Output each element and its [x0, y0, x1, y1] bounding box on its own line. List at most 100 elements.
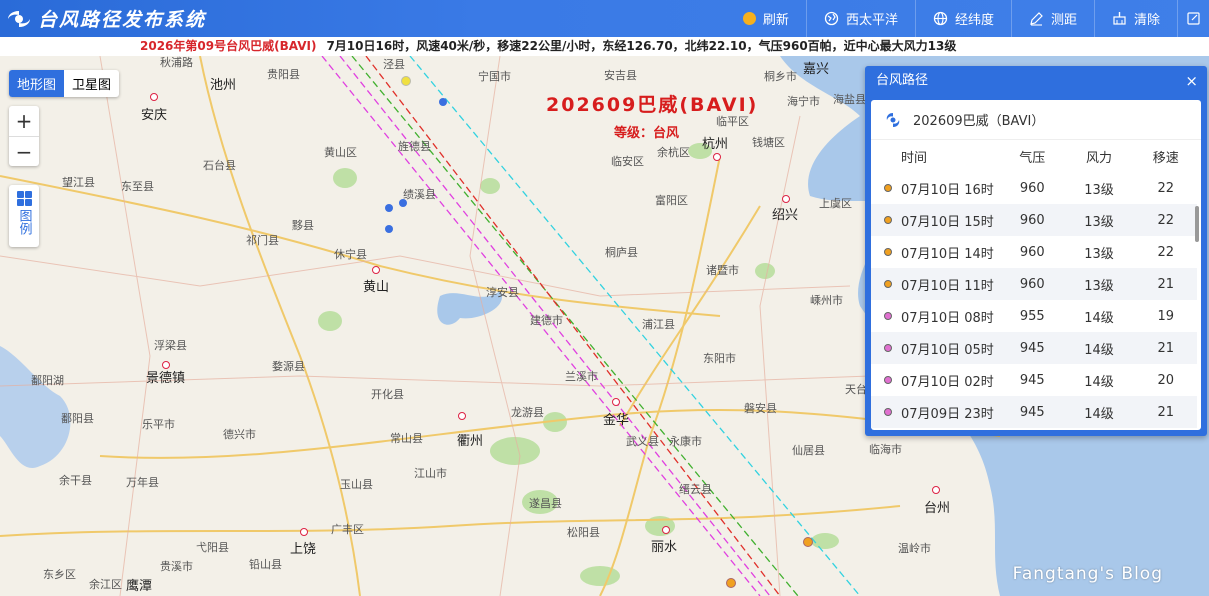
city-marker	[458, 412, 466, 420]
panel-body: 202609巴威（BAVI） 时间 气压 风力 移速 07月10日 16时 960…	[871, 100, 1201, 430]
place-label: 婺源县	[272, 360, 305, 373]
track-point[interactable]	[401, 76, 411, 86]
cell-speed: 22	[1157, 244, 1175, 260]
cell-time: 07月10日 16时	[871, 172, 1001, 204]
place-label: 磐安县	[744, 402, 777, 415]
cell-speed: 21	[1134, 396, 1197, 428]
track-point[interactable]	[803, 537, 813, 547]
place-label: 德兴市	[223, 428, 256, 441]
place-label: 台州	[924, 501, 951, 516]
table-row[interactable]: 07月10日 14时 960 13级 22	[871, 236, 1197, 268]
west-pacific-button[interactable]: 西太平洋	[805, 0, 915, 37]
place-label: 余江区	[89, 578, 122, 591]
place-label: 贵阳县	[267, 68, 300, 81]
latlng-label: 经纬度	[954, 13, 994, 28]
terrain-map-button[interactable]: 地形图	[9, 70, 65, 97]
col-pressure: 气压	[1019, 150, 1046, 166]
table-row[interactable]: 07月10日 15时 960 13级 22	[871, 204, 1197, 236]
zoom-in-button[interactable]: +	[9, 106, 39, 136]
place-label: 休宁县	[334, 248, 367, 261]
place-label: 东至县	[121, 180, 154, 193]
cell-speed: 22	[1157, 180, 1175, 196]
place-label: 绩溪县	[403, 188, 436, 201]
place-label: 兰溪市	[565, 370, 598, 383]
cell-speed: 20	[1157, 372, 1175, 388]
place-label: 余杭区	[657, 146, 690, 159]
city-marker	[300, 528, 308, 536]
place-label: 淳安县	[486, 286, 519, 299]
latlng-button[interactable]: 经纬度	[914, 0, 1011, 37]
cell-time: 07月10日 08时	[871, 300, 1001, 332]
cell-speed: 21	[1134, 332, 1197, 364]
place-label: 桐乡市	[764, 70, 797, 83]
table-row[interactable]: 07月10日 16时 960 13级 22	[871, 172, 1197, 204]
place-label: 丽水	[651, 540, 678, 555]
cell-pressure: 945	[1001, 396, 1064, 428]
refresh-icon	[742, 12, 756, 25]
place-label: 余干县	[59, 474, 92, 487]
storm-selector[interactable]: 202609巴威（BAVI）	[871, 100, 1201, 140]
place-label: 黄山区	[324, 146, 357, 159]
close-icon[interactable]: ×	[1185, 66, 1198, 96]
app-title: 台风路径发布系统	[38, 9, 207, 31]
place-label: 松阳县	[567, 526, 600, 539]
place-label: 安庆	[141, 108, 168, 123]
table-row[interactable]: 07月10日 08时 955 14级 19	[871, 300, 1197, 332]
place-label: 万年县	[126, 476, 159, 489]
app-header: 台风路径发布系统 刷新 西太平洋 经纬度 测距 清除	[0, 0, 1209, 37]
cell-wind: 13级	[1063, 268, 1135, 300]
place-label: 开化县	[371, 388, 404, 401]
cell-wind: 13级	[1084, 182, 1114, 198]
track-point[interactable]	[439, 98, 447, 106]
place-label: 宁国市	[478, 70, 511, 83]
track-point-marker	[884, 216, 892, 224]
refresh-button[interactable]: 刷新	[726, 0, 806, 37]
track-line-green	[351, 56, 799, 596]
storm-name-label: 202609巴威（BAVI）	[913, 114, 1045, 129]
track-point[interactable]	[385, 204, 393, 212]
panel-scrollbar[interactable]	[1195, 206, 1199, 242]
place-label: 桐庐县	[605, 246, 638, 259]
track-point[interactable]	[726, 578, 736, 588]
panel-header: 台风路径 ×	[865, 66, 1207, 96]
track-point-marker	[884, 184, 892, 192]
measure-button[interactable]: 测距	[1010, 0, 1094, 37]
place-label: 东乡区	[43, 568, 76, 581]
table-row[interactable]: 07月09日 23时 945 14级 21	[871, 396, 1197, 428]
cell-time: 07月10日 02时	[871, 364, 1001, 396]
cell-pressure: 960	[1019, 180, 1045, 196]
cell-time: 07月10日 05时	[871, 332, 1001, 364]
place-label: 诸暨市	[706, 264, 739, 277]
west-pacific-label: 西太平洋	[845, 13, 898, 28]
place-label: 池州	[210, 78, 237, 93]
storm-details: 7月10日16时，风速40米/秒，移速22公里/小时，东经126.70，北纬22…	[326, 39, 957, 53]
place-label: 泾县	[383, 58, 405, 71]
typhoon-track-panel: 台风路径 × 202609巴威（BAVI） 时间 气压 风力 移速 07月10日…	[865, 66, 1207, 436]
table-row[interactable]: 07月10日 05时 945 14级 21	[871, 332, 1197, 364]
cell-pressure: 960	[1001, 268, 1064, 300]
place-label: 浦江县	[642, 318, 675, 331]
city-marker	[782, 195, 790, 203]
cell-time: 07月10日 15时	[871, 204, 1001, 236]
clear-button[interactable]: 清除	[1093, 0, 1177, 37]
place-label: 弋阳县	[196, 541, 229, 554]
track-point[interactable]	[385, 225, 393, 233]
zoom-out-button[interactable]: −	[9, 136, 39, 166]
track-point-marker	[884, 408, 892, 416]
city-marker	[662, 526, 670, 534]
place-label: 永康市	[669, 435, 702, 448]
place-label: 绍兴	[772, 208, 799, 223]
ruler-icon	[1029, 11, 1044, 26]
cell-pressure: 945	[1019, 372, 1045, 388]
table-row[interactable]: 07月10日 02时 945 14级 20	[871, 364, 1197, 396]
export-button[interactable]	[1177, 0, 1209, 37]
legend-button[interactable]: 图例	[9, 185, 39, 247]
legend-label: 图例	[16, 209, 32, 235]
cell-wind: 13级	[1084, 246, 1114, 262]
satellite-map-button[interactable]: 卫星图	[64, 70, 119, 97]
col-time: 时间	[901, 150, 928, 166]
track-point-marker	[884, 248, 892, 256]
table-row[interactable]: 07月10日 11时 960 13级 21	[871, 268, 1197, 300]
zoom-control: + −	[9, 106, 39, 166]
place-label: 贵溪市	[160, 560, 193, 573]
